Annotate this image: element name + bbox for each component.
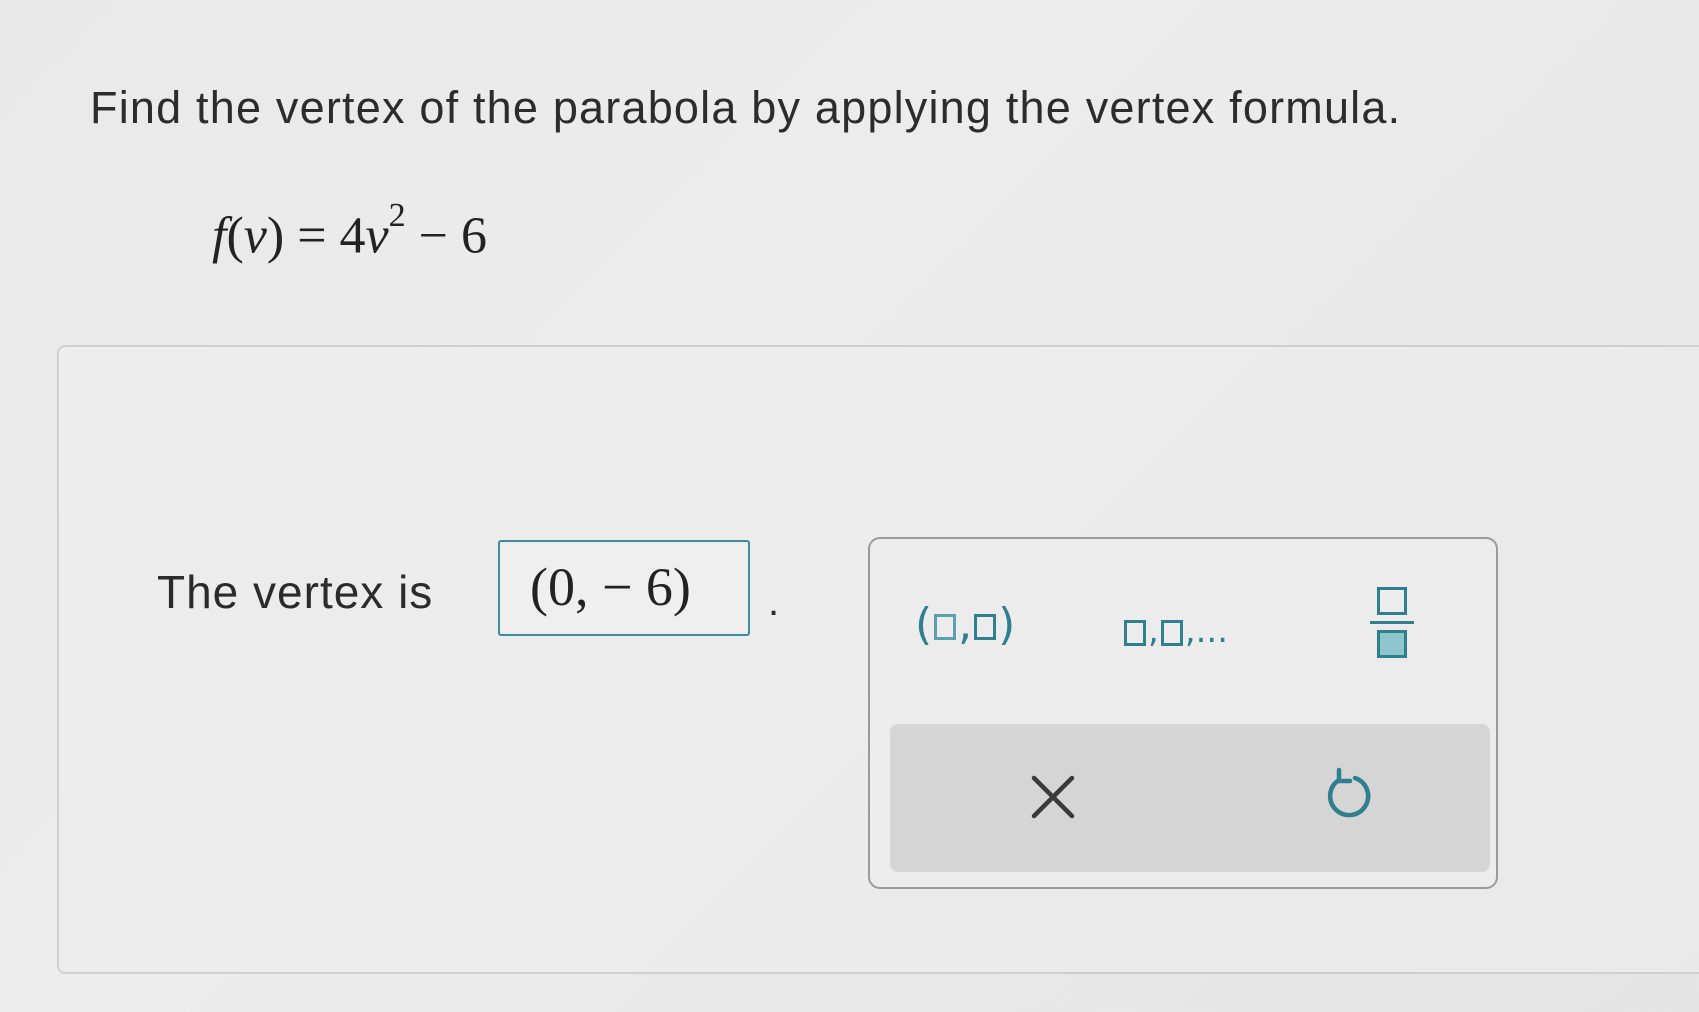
- answer-value: (0, − 6): [530, 557, 691, 617]
- math-palette: (,) ,,...: [868, 537, 1498, 889]
- list-ellipsis: ,...: [1184, 611, 1229, 651]
- undo-icon: [1327, 767, 1371, 818]
- equation-constant: − 6: [405, 207, 487, 265]
- paren-close: ): [266, 207, 285, 265]
- answer-input[interactable]: (0, − 6): [498, 540, 750, 636]
- placeholder-box-icon: [974, 614, 997, 640]
- ordered-pair-button[interactable]: (,): [915, 599, 1015, 650]
- answer-label: The vertex is: [157, 566, 434, 618]
- denominator-box-icon: [1377, 630, 1407, 658]
- equation-exponent: 2: [388, 197, 406, 234]
- clear-button[interactable]: [1018, 762, 1088, 832]
- question-prompt: Find the vertex of the parabola by apply…: [90, 82, 1402, 133]
- fraction-bar-icon: [1370, 621, 1414, 624]
- paren-open: (: [226, 207, 244, 265]
- action-bar: [890, 724, 1490, 872]
- close-icon: [1031, 775, 1075, 819]
- placeholder-box-icon: [1124, 619, 1146, 646]
- fraction-button[interactable]: [1370, 587, 1414, 658]
- placeholder-box-icon: [1160, 619, 1183, 646]
- reset-button[interactable]: [1315, 760, 1385, 830]
- equation-coefficient: = 4: [284, 207, 366, 265]
- list-button[interactable]: ,,...: [1122, 611, 1228, 651]
- pair-comma: ,: [958, 599, 973, 650]
- function-name: f: [212, 207, 227, 265]
- numerator-box-icon: [1377, 587, 1407, 615]
- function-variable: v: [243, 207, 267, 265]
- pair-close-paren: ): [998, 599, 1016, 650]
- placeholder-box-icon: [934, 614, 957, 640]
- answer-period: .: [768, 580, 780, 624]
- equation: f(v) = 4v2 − 6: [212, 197, 487, 265]
- list-comma: ,: [1148, 611, 1159, 651]
- pair-open-paren: (: [915, 599, 933, 650]
- equation-variable: v: [365, 207, 389, 265]
